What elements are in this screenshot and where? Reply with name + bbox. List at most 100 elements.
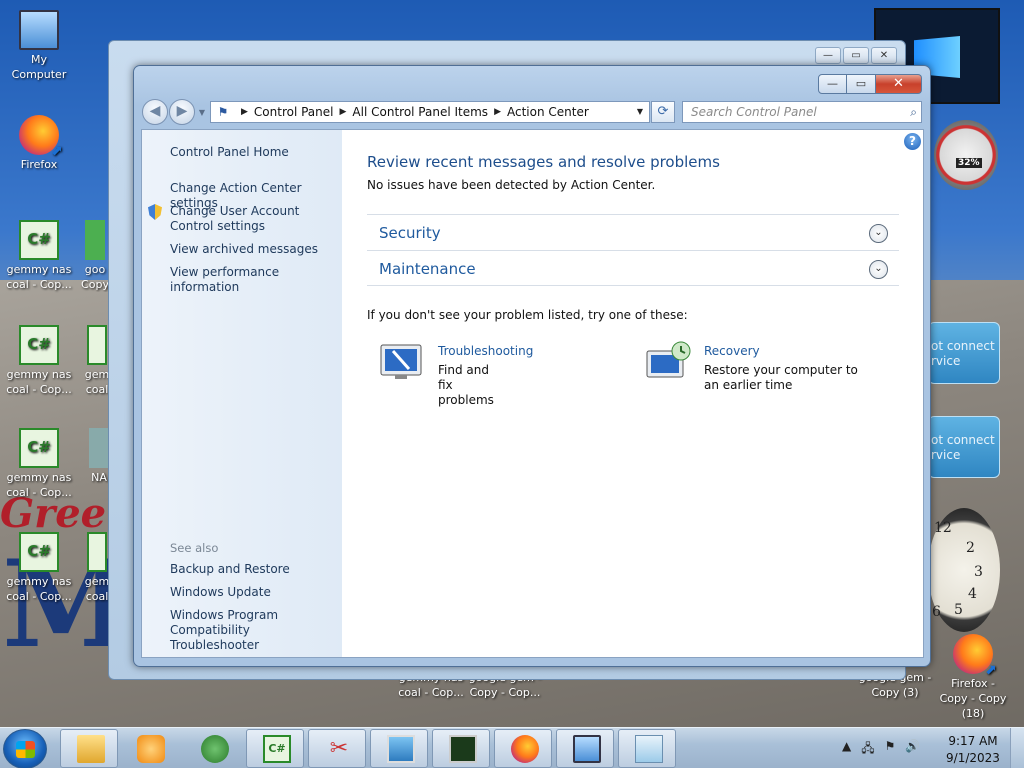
recovery-icon — [646, 341, 691, 378]
address-bar[interactable]: ⚑ ▶ Control Panel ▶ All Control Panel It… — [210, 101, 650, 123]
refresh-button[interactable]: ⟳ — [651, 101, 675, 123]
taskbar-firefox[interactable] — [494, 729, 552, 768]
recent-pages-dropdown[interactable]: ▼ — [196, 108, 208, 117]
csharp-icon: C# — [19, 532, 59, 572]
firefox-icon: ⬈ — [953, 634, 997, 677]
view-archived-messages-link[interactable]: View archived messages — [170, 242, 318, 257]
document-icon — [635, 735, 663, 763]
main-pane: Review recent messages and resolve probl… — [367, 130, 923, 657]
clock-number: 6 — [932, 604, 941, 620]
maximize-button[interactable]: ▭ — [847, 74, 876, 94]
photo-icon — [387, 735, 415, 763]
clock-number: 12 — [934, 520, 952, 536]
compatibility-troubleshooter-link[interactable]: Windows Program Compatibility Troublesho… — [170, 608, 335, 653]
desktop-icon-gemmy-3[interactable]: C# gemmy nas coal - Cop... — [2, 428, 76, 500]
search-input[interactable]: Search Control Panel ⌕ — [682, 101, 922, 123]
forward-button[interactable]: ▶ — [169, 99, 195, 125]
troubleshooting-link[interactable]: Troubleshooting — [438, 344, 533, 358]
maximize-button[interactable]: ▭ — [843, 47, 869, 64]
csharp-icon: C# — [263, 735, 291, 763]
taskbar: C# ✂ ▲ 🖧 ⚑ 🔊 9:17 AM 9/1/2023 — [0, 727, 1024, 768]
network-icon[interactable]: 🖧 — [861, 739, 874, 760]
taskbar-media-player[interactable] — [120, 729, 178, 768]
desktop-icon-label: gemmy nas coal - Cop... — [6, 471, 72, 499]
taskbar-notepad[interactable] — [618, 729, 676, 768]
csharp-icon: C# — [19, 220, 59, 260]
gadget-tile-1[interactable]: ot connect rvice — [928, 322, 1000, 384]
desktop-icon-gemmy-1[interactable]: C# gemmy nas coal - Cop... — [2, 220, 76, 292]
back-button[interactable]: ◀ — [142, 99, 168, 125]
desktop-icon-firefox[interactable]: ⬈ Firefox — [2, 115, 76, 172]
csharp-icon — [87, 532, 107, 572]
app-icon — [89, 428, 109, 468]
search-placeholder: Search Control Panel — [691, 105, 817, 119]
breadcrumb-action-center[interactable]: Action Center — [507, 105, 589, 119]
address-dropdown-button[interactable]: ▼ — [631, 102, 649, 122]
desktop-icon-label: gemmy nas coal - Cop... — [6, 575, 72, 603]
windows-update-link[interactable]: Windows Update — [170, 585, 271, 600]
page-title: Review recent messages and resolve probl… — [367, 153, 720, 171]
backup-and-restore-link[interactable]: Backup and Restore — [170, 562, 290, 577]
minimize-button[interactable]: — — [818, 74, 847, 94]
search-icon[interactable]: ⌕ — [910, 102, 917, 122]
expand-security-button[interactable]: ⌄ — [869, 224, 888, 243]
navigation-buttons: ◀ ▶ ▼ — [142, 99, 208, 125]
desktop-icon-gemmy-4[interactable]: C# gemmy nas coal - Cop... — [2, 532, 76, 604]
breadcrumb-separator[interactable]: ▶ — [235, 107, 254, 117]
expand-maintenance-button[interactable]: ⌄ — [869, 260, 888, 279]
taskbar-snipping-tool[interactable]: ✂ — [308, 729, 366, 768]
desktop-icon-label: Firefox - Copy - Copy (18) — [939, 677, 1007, 720]
minimize-button[interactable]: — — [815, 47, 841, 64]
uac-shield-icon — [148, 204, 162, 220]
clock-number: 5 — [954, 602, 963, 618]
change-uac-settings-link[interactable]: Change User Account Control settings — [170, 204, 340, 234]
clock-number: 2 — [966, 540, 975, 556]
breadcrumb-separator[interactable]: ▶ — [488, 107, 507, 117]
control-panel-home-link[interactable]: Control Panel Home — [170, 145, 289, 160]
background-window-caption-buttons: — ▭ ✕ — [815, 47, 897, 64]
desktop-icon-label: Firefox — [20, 158, 58, 171]
gadget-tile-2[interactable]: ot connect rvice — [928, 416, 1000, 478]
show-hidden-icons-button[interactable]: ▲ — [842, 739, 851, 760]
show-desktop-button[interactable] — [1010, 728, 1024, 768]
computer-icon — [19, 10, 59, 50]
cpu-meter-gadget: 32% — [934, 120, 998, 190]
taskbar-file-explorer[interactable] — [60, 729, 118, 768]
window-content: Control Panel Home Change Action Center … — [141, 129, 924, 658]
caption-buttons: — ▭ ✕ — [818, 74, 922, 94]
taskbar-photo-viewer[interactable] — [370, 729, 428, 768]
desktop-icon-label: My Computer — [11, 53, 67, 81]
taskbar-remote-desktop[interactable] — [556, 729, 614, 768]
taskbar-task-manager[interactable] — [432, 729, 490, 768]
scissors-icon: ✂ — [329, 736, 349, 761]
status-message: No issues have been detected by Action C… — [367, 178, 656, 192]
maintenance-section-title: Maintenance — [379, 260, 476, 278]
start-button[interactable] — [3, 729, 47, 768]
firefox-icon: ⬈ — [19, 115, 63, 158]
maintenance-section[interactable]: Maintenance ⌄ — [367, 250, 899, 286]
windows-logo-icon — [16, 741, 35, 758]
desktop-icon-firefox-copy[interactable]: ⬈ Firefox - Copy - Copy (18) — [936, 634, 1010, 721]
media-player-icon — [137, 735, 165, 763]
desktop-icon-gemmy-2[interactable]: C# gemmy nas coal - Cop... — [2, 325, 76, 397]
taskbar-csharp[interactable]: C# — [246, 729, 304, 768]
recovery-link[interactable]: Recovery — [704, 344, 760, 358]
breadcrumb-separator[interactable]: ▶ — [334, 107, 353, 117]
close-button[interactable]: ✕ — [871, 47, 897, 64]
close-button[interactable]: ✕ — [876, 74, 922, 94]
troubleshooting-description: Find and fix problems — [438, 363, 494, 407]
try-these-text: If you don't see your problem listed, tr… — [367, 308, 688, 322]
action-center-flag-icon[interactable]: ⚑ — [885, 739, 896, 760]
breadcrumb-all-items[interactable]: All Control Panel Items — [352, 105, 488, 119]
desktop-icon-my-computer[interactable]: My Computer — [2, 10, 76, 82]
breadcrumb-control-panel[interactable]: Control Panel — [254, 105, 334, 119]
system-clock[interactable]: 9:17 AM 9/1/2023 — [945, 733, 1001, 767]
csharp-icon — [87, 325, 107, 365]
security-section[interactable]: Security ⌄ — [367, 214, 899, 250]
taskbar-app[interactable] — [184, 729, 242, 768]
desktop-icon-label: gemmy nas coal - Cop... — [6, 368, 72, 396]
see-also-heading: See also — [170, 541, 219, 555]
gadget-tile-text: ot connect rvice — [931, 339, 995, 368]
volume-icon[interactable]: 🔊 — [905, 739, 920, 760]
view-performance-information-link[interactable]: View performance information — [170, 265, 342, 295]
